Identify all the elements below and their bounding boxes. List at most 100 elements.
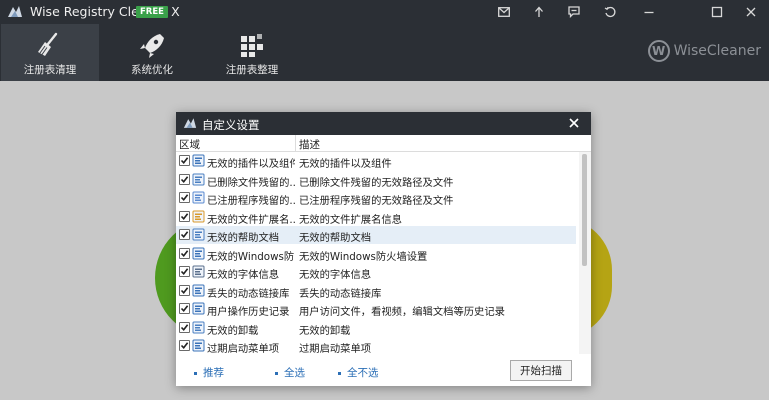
dll-icon: [192, 284, 205, 297]
list-header: 区域 描述: [176, 135, 591, 152]
bullet-icon: [194, 371, 197, 375]
row-area: 无效的帮助文档: [207, 232, 280, 244]
file-extension-icon: [192, 210, 205, 223]
list-item[interactable]: 无效的帮助文档 无效的帮助文档: [176, 226, 576, 244]
row-area: 无效的Windows防...: [207, 250, 295, 263]
list-item[interactable]: 无效的Windows防... 无效的Windows防火墙设置: [176, 245, 576, 263]
list-item[interactable]: 丢失的动态链接库 丢失的动态链接库: [176, 282, 576, 300]
row-checkbox[interactable]: [179, 210, 190, 222]
program-window-icon: [192, 191, 205, 204]
row-checkbox[interactable]: [179, 247, 190, 259]
start-menu-icon: [192, 339, 205, 352]
select-all-label: 全选: [284, 367, 305, 379]
brand-name: WiseCleaner: [673, 43, 761, 59]
column-header-area[interactable]: 区域: [179, 137, 200, 152]
row-description: 已注册程序残留的无效路径及文件: [299, 195, 454, 207]
row-description: 过期启动菜单项: [299, 343, 372, 354]
row-checkbox[interactable]: [179, 321, 190, 333]
row-description: 无效的帮助文档: [299, 232, 372, 244]
row-checkbox[interactable]: [179, 173, 190, 185]
column-divider[interactable]: [295, 135, 296, 152]
row-area: 已删除文件残留的...: [207, 176, 295, 189]
row-area: 无效的字体信息: [207, 269, 280, 281]
upload-icon[interactable]: [530, 3, 548, 21]
vertical-scrollbar[interactable]: [579, 152, 591, 354]
file-list-icon: [192, 173, 205, 186]
row-checkbox[interactable]: [179, 155, 190, 166]
app-logo-icon: [8, 6, 22, 17]
row-area: 无效的卸载: [207, 324, 259, 337]
list-item[interactable]: 已注册程序残留的... 已注册程序残留的无效路径及文件: [176, 189, 576, 207]
settings-list: 无效的插件以及组件 无效的插件以及组件 已删除文件残留的... 已删除文件残留的无效路…: [176, 152, 576, 354]
list-item[interactable]: 已删除文件残留的... 已删除文件残留的无效路径及文件: [176, 171, 576, 189]
row-checkbox[interactable]: [179, 284, 190, 296]
custom-settings-dialog: 自定义设置 区域 描述 无效的插件以及组件 无效的插件以及组件 已删除文件残留的..…: [176, 112, 591, 386]
list-item[interactable]: 过期启动菜单项 过期启动菜单项: [176, 337, 576, 354]
firewall-icon: [192, 247, 205, 260]
wisecleaner-logo-icon: W: [647, 40, 670, 62]
recommend-label: 推荐: [203, 367, 224, 379]
app-logo-icon: [183, 118, 197, 128]
tab-registry-defrag[interactable]: 注册表整理: [203, 24, 301, 81]
row-area: 丢失的动态链接库: [207, 287, 290, 300]
help-document-icon: [192, 228, 205, 241]
row-checkbox[interactable]: [179, 229, 190, 240]
row-area: 无效的文件扩展名...: [207, 213, 295, 226]
list-item[interactable]: 无效的卸载 无效的卸载: [176, 319, 576, 337]
chat-icon[interactable]: [565, 3, 583, 21]
font-icon: [192, 265, 205, 278]
row-area: 已注册程序残留的...: [207, 195, 295, 207]
mail-icon[interactable]: [495, 3, 513, 21]
list-item[interactable]: 用户操作历史记录 用户访问文件，看视频，编辑文档等历史记录: [176, 300, 576, 318]
free-badge: FREE: [136, 6, 168, 18]
row-description: 无效的卸载: [299, 324, 351, 337]
row-area: 用户操作历史记录: [207, 306, 290, 318]
component-icon: [192, 154, 205, 167]
row-description: 用户访问文件，看视频，编辑文档等历史记录: [299, 306, 505, 318]
list-item[interactable]: 无效的字体信息 无效的字体信息: [176, 263, 576, 281]
select-all-link[interactable]: 全选: [275, 365, 305, 380]
row-area: 过期启动菜单项: [207, 343, 280, 354]
dialog-header: 自定义设置: [176, 112, 591, 135]
select-none-label: 全不选: [347, 367, 379, 379]
wisecleaner-brand[interactable]: W WiseCleaner: [647, 40, 761, 62]
uninstall-icon: [192, 321, 205, 334]
tab-label: 注册表整理: [225, 64, 279, 76]
defrag-grid-icon: [241, 34, 263, 57]
history-clock-icon: [192, 302, 205, 315]
minimize-icon[interactable]: [640, 3, 658, 21]
column-header-description[interactable]: 描述: [299, 137, 320, 152]
select-none-link[interactable]: 全不选: [338, 365, 379, 380]
recommend-link[interactable]: 推荐: [194, 365, 224, 380]
dialog-footer: 推荐 全选 全不选 开始扫描: [176, 356, 591, 386]
list-item[interactable]: 无效的插件以及组件 无效的插件以及组件: [176, 152, 576, 170]
rocket-icon: [140, 34, 164, 58]
broom-icon: [38, 32, 58, 56]
tab-label: 注册表清理: [23, 64, 77, 76]
row-description: 已删除文件残留的无效路径及文件: [299, 176, 454, 189]
bullet-icon: [275, 371, 278, 375]
row-description: 丢失的动态链接库: [299, 287, 382, 300]
bullet-icon: [338, 371, 341, 375]
tab-system-optimize[interactable]: 系统优化: [103, 24, 201, 81]
row-description: 无效的插件以及组件: [299, 158, 392, 170]
main-toolbar: 注册表清理 系统优化 注册表整理 W WiseCleaner: [0, 24, 769, 81]
close-icon[interactable]: [742, 3, 760, 21]
title-bar: Wise Registry Cleaner X FREE: [0, 0, 769, 24]
row-checkbox[interactable]: [179, 303, 190, 314]
tab-registry-cleaner[interactable]: 注册表清理: [1, 24, 99, 81]
row-checkbox[interactable]: [179, 340, 190, 351]
row-description: 无效的Windows防火墙设置: [299, 250, 428, 263]
row-checkbox[interactable]: [179, 266, 190, 277]
scrollbar-thumb[interactable]: [582, 154, 587, 266]
row-checkbox[interactable]: [179, 192, 190, 203]
maximize-icon[interactable]: [708, 3, 726, 21]
list-item[interactable]: 无效的文件扩展名... 无效的文件扩展名信息: [176, 208, 576, 226]
close-icon[interactable]: [567, 116, 581, 130]
tab-label: 系统优化: [131, 64, 173, 76]
row-description: 无效的文件扩展名信息: [299, 213, 402, 226]
row-area: 无效的插件以及组件: [207, 158, 295, 170]
restore-icon[interactable]: [601, 3, 619, 21]
row-description: 无效的字体信息: [299, 269, 372, 281]
start-scan-button[interactable]: 开始扫描: [510, 360, 572, 381]
